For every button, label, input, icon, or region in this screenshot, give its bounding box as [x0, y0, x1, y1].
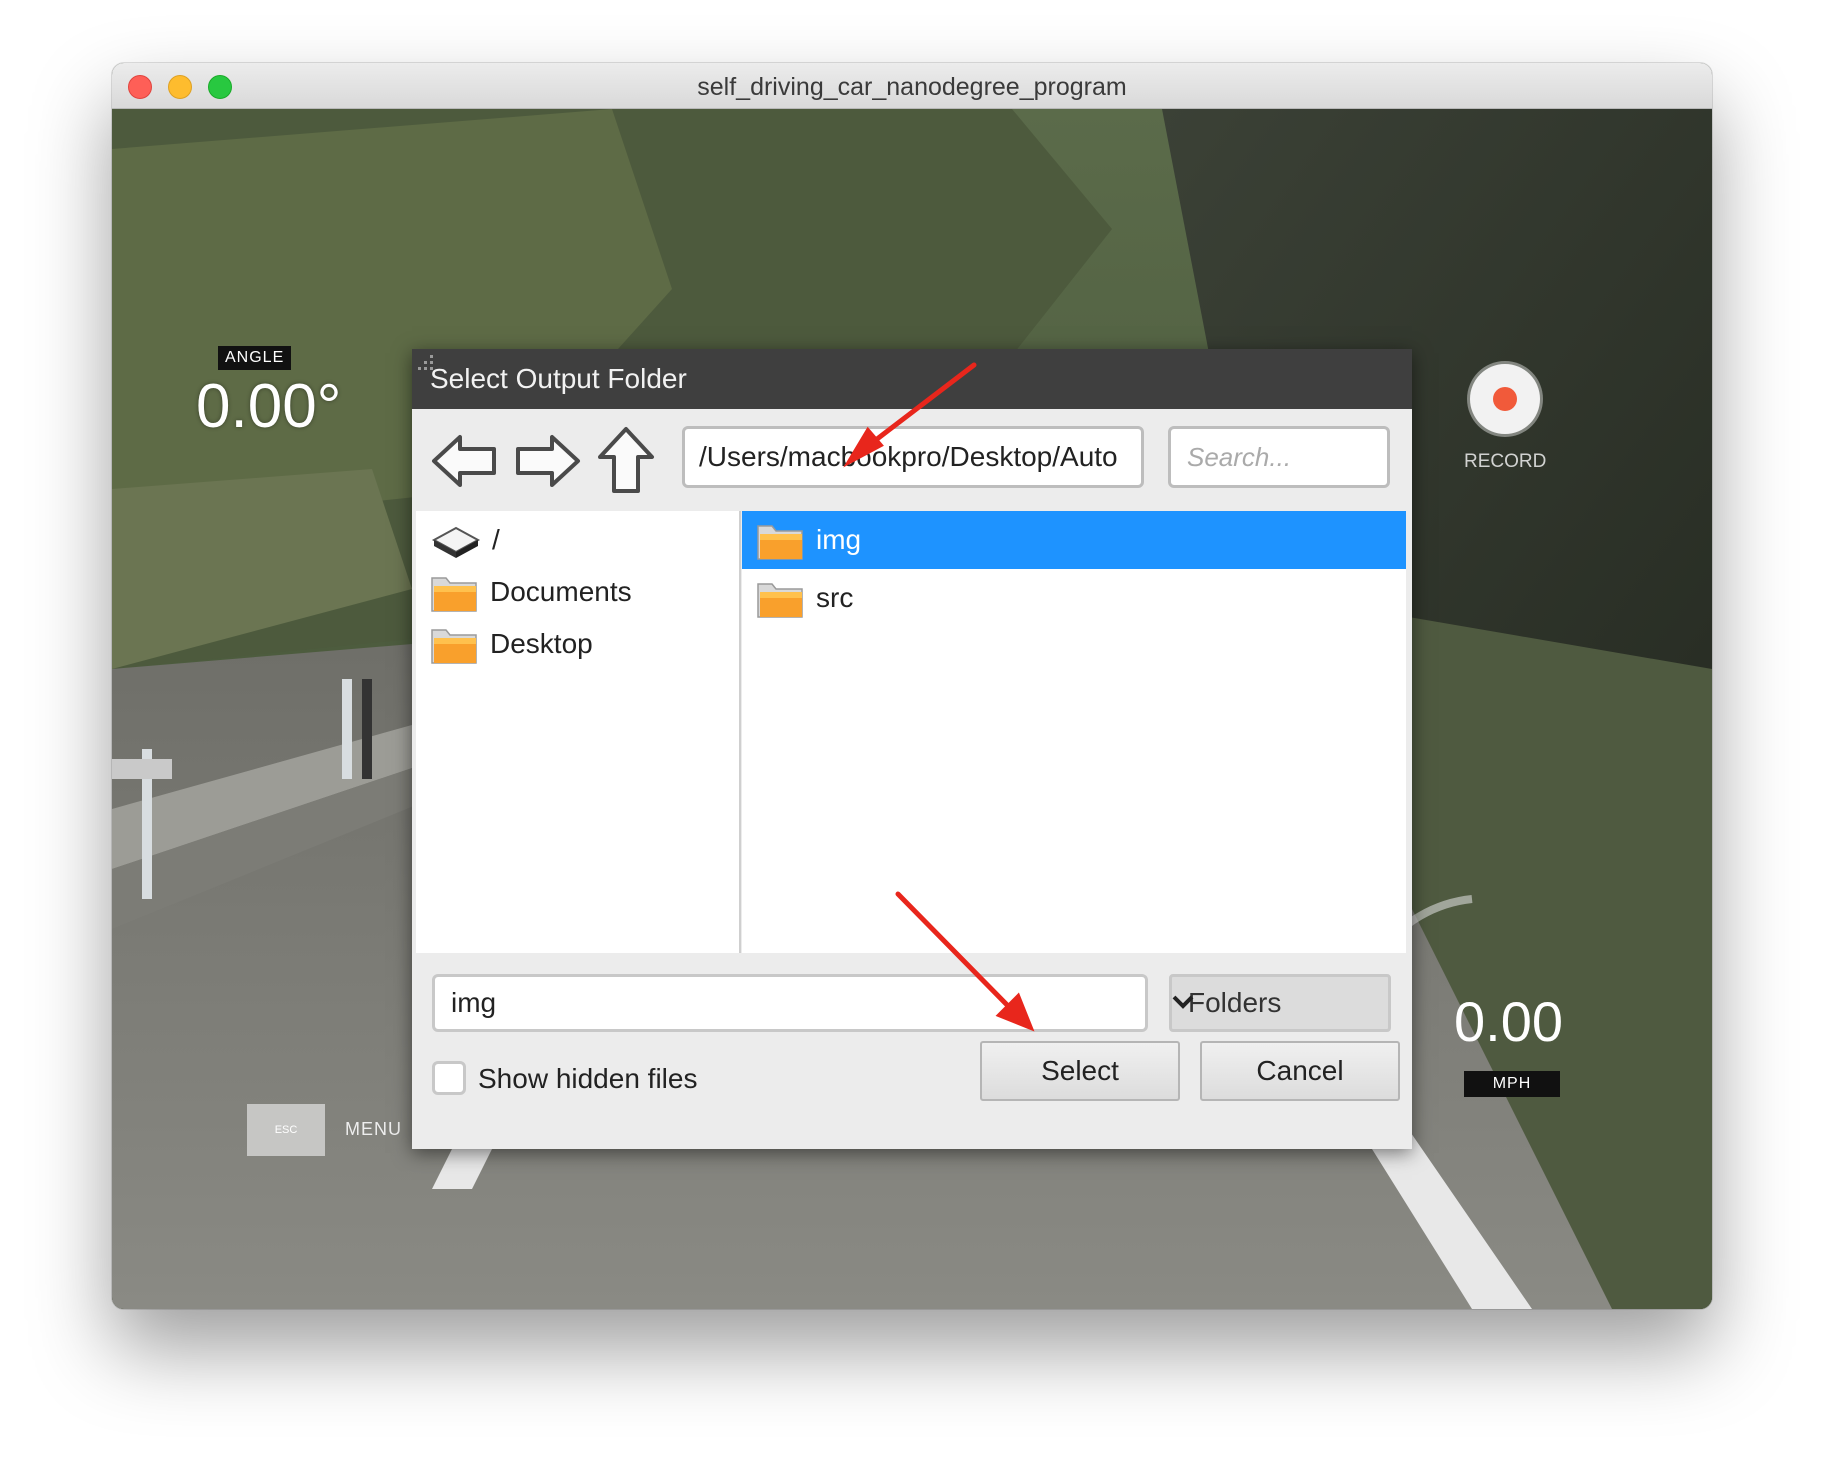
title-bar[interactable]: self_driving_car_nanodegree_program [112, 63, 1712, 109]
forward-arrow-icon[interactable] [512, 429, 582, 493]
speed-value: 0.00 [1454, 990, 1563, 1053]
simulator-scene: ANGLE 0.00° RECORD 0.00 MPH ESC MENU Sel… [112, 109, 1712, 1309]
folder-icon [754, 576, 806, 620]
show-hidden-checkbox[interactable] [432, 1061, 466, 1095]
window-title: self_driving_car_nanodegree_program [697, 73, 1127, 101]
folder-icon [754, 518, 806, 562]
place-label: Desktop [490, 628, 593, 659]
path-field[interactable]: /Users/macbookpro/Desktop/Auto [682, 426, 1144, 488]
angle-value: 0.00° [196, 372, 342, 441]
speed-unit-label: MPH [1464, 1071, 1560, 1097]
filter-value: Folders [1188, 987, 1282, 1018]
place-label: / [492, 524, 500, 555]
place-item-desktop[interactable]: Desktop [416, 615, 739, 673]
search-input[interactable] [1168, 426, 1390, 488]
files-pane[interactable]: img src [742, 511, 1406, 953]
folder-icon [428, 622, 480, 666]
menu-label: MENU [345, 1119, 402, 1139]
folder-icon [428, 570, 480, 614]
file-label: src [816, 582, 854, 613]
show-hidden-label: Show hidden files [478, 1063, 698, 1094]
app-window: self_driving_car_nanodegree_program ANGL… [112, 63, 1712, 1309]
place-label: Documents [490, 576, 632, 607]
up-arrow-icon[interactable] [594, 427, 658, 493]
cancel-button[interactable]: Cancel [1200, 1041, 1400, 1101]
chevron-down-icon [1172, 995, 1194, 1009]
resize-grip-icon[interactable] [412, 349, 436, 373]
dialog-title: Select Output Folder [412, 349, 1412, 409]
places-pane[interactable]: / Documents Desktop [416, 511, 741, 953]
record-label: RECORD [1464, 451, 1547, 472]
back-arrow-icon[interactable] [430, 429, 500, 493]
select-folder-dialog: Select Output Folder /Users/macbookpro/D… [412, 349, 1412, 1149]
file-item-img[interactable]: img [742, 511, 1406, 569]
angle-label: ANGLE [218, 346, 292, 370]
select-button[interactable]: Select [980, 1041, 1180, 1101]
place-item-root[interactable]: / [416, 511, 739, 569]
folder-name-field[interactable]: img [432, 974, 1148, 1032]
esc-menu-button[interactable]: ESC [247, 1104, 325, 1156]
dialog-toolbar: /Users/macbookpro/Desktop/Auto [412, 409, 1412, 509]
record-button[interactable] [1470, 364, 1540, 434]
place-item-documents[interactable]: Documents [416, 563, 739, 621]
drive-icon [430, 518, 482, 562]
filter-dropdown[interactable]: Folders [1169, 974, 1391, 1032]
file-label: img [816, 524, 862, 555]
file-item-src[interactable]: src [742, 569, 1406, 627]
